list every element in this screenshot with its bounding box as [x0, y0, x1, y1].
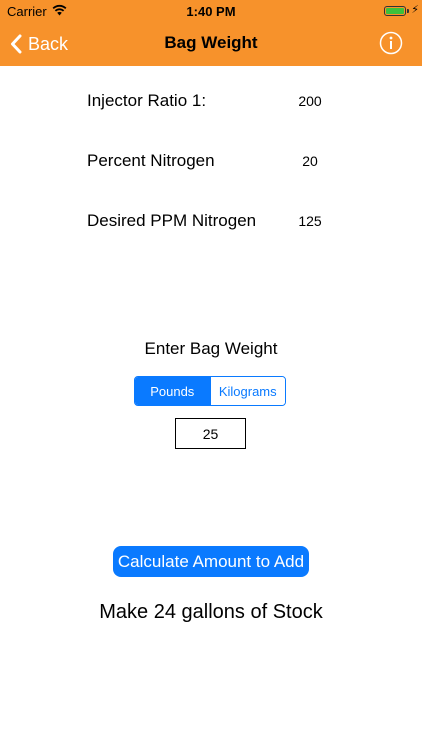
info-button[interactable] [379, 31, 403, 55]
param-label: Injector Ratio 1: [87, 91, 207, 110]
status-bar: Carrier 1:40 PM ⚡ [0, 0, 422, 22]
param-label: Desired PPM Nitrogen [87, 211, 257, 230]
charging-bolt-icon: ⚡ [411, 4, 419, 16]
calculate-button[interactable]: Calculate Amount to Add [113, 546, 309, 577]
unit-segmented-control: Pounds Kilograms [134, 376, 286, 406]
param-value[interactable]: 20 [284, 146, 336, 176]
clock: 1:40 PM [186, 4, 236, 19]
segment-pounds[interactable]: Pounds [135, 377, 210, 405]
param-row-desired-ppm: Desired PPM Nitrogen 125 [0, 206, 422, 236]
param-value[interactable]: 125 [284, 206, 336, 236]
navigation-bar: Back Bag Weight [0, 22, 422, 66]
param-label: Percent Nitrogen [87, 151, 215, 170]
param-row-injector-ratio: Injector Ratio 1: 200 [0, 86, 422, 116]
page-title: Bag Weight [164, 33, 258, 52]
segment-kilograms[interactable]: Kilograms [209, 377, 285, 405]
battery-icon [384, 6, 406, 16]
battery-cap [407, 9, 409, 13]
header-bar: Carrier 1:40 PM ⚡ Back Bag Weight [0, 0, 422, 66]
result-text: Make 24 gallons of Stock [99, 601, 323, 623]
param-row-percent-nitrogen: Percent Nitrogen 20 [0, 146, 422, 176]
bag-weight-input[interactable] [175, 418, 246, 449]
info-icon [379, 31, 403, 55]
param-value[interactable]: 200 [284, 86, 336, 116]
bag-weight-label: Enter Bag Weight [144, 339, 278, 358]
